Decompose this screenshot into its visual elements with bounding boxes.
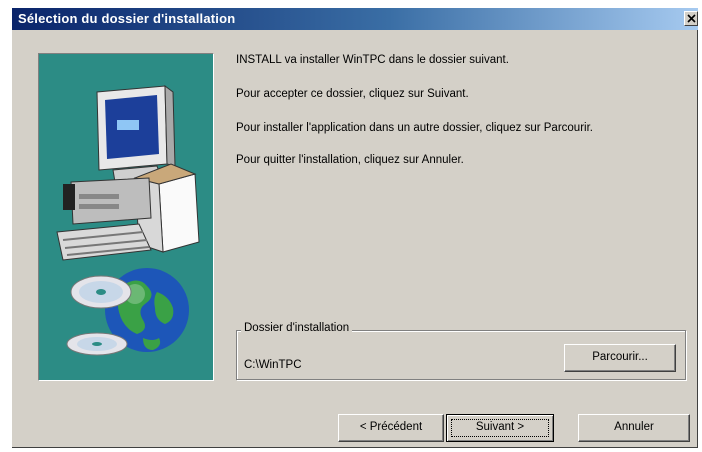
close-button[interactable] [684, 11, 698, 26]
install-illustration [38, 53, 214, 381]
browse-button[interactable]: Parcourir... [564, 344, 676, 372]
close-icon [687, 14, 696, 23]
window-title: Sélection du dossier d'installation [18, 11, 236, 26]
previous-button[interactable]: < Précédent [338, 414, 444, 442]
message-cancel: Pour quitter l'installation, cliquez sur… [236, 154, 464, 166]
cancel-button[interactable]: Annuler [578, 414, 690, 442]
computer-case-icon [63, 177, 152, 225]
message-browse: Pour installer l'application dans un aut… [236, 122, 593, 134]
next-button-label: Suivant > [475, 421, 525, 433]
next-button[interactable]: Suivant > [446, 414, 554, 442]
browse-button-label: Parcourir... [592, 351, 648, 363]
install-folder-label: Dossier d'installation [241, 322, 353, 334]
message-intro: INSTALL va installer WinTPC dans le doss… [236, 54, 509, 66]
install-folder-path: C:\WinTPC [244, 359, 302, 371]
installer-dialog: Sélection du dossier d'installation INST… [12, 8, 698, 448]
computer-cd-globe-illustration [56, 84, 200, 356]
title-bar[interactable]: Sélection du dossier d'installation [12, 8, 698, 30]
cancel-button-label: Annuler [614, 421, 654, 433]
message-accept: Pour accepter ce dossier, cliquez sur Su… [236, 88, 469, 100]
previous-button-label: < Précédent [359, 421, 423, 433]
keyboard-icon [56, 223, 152, 261]
